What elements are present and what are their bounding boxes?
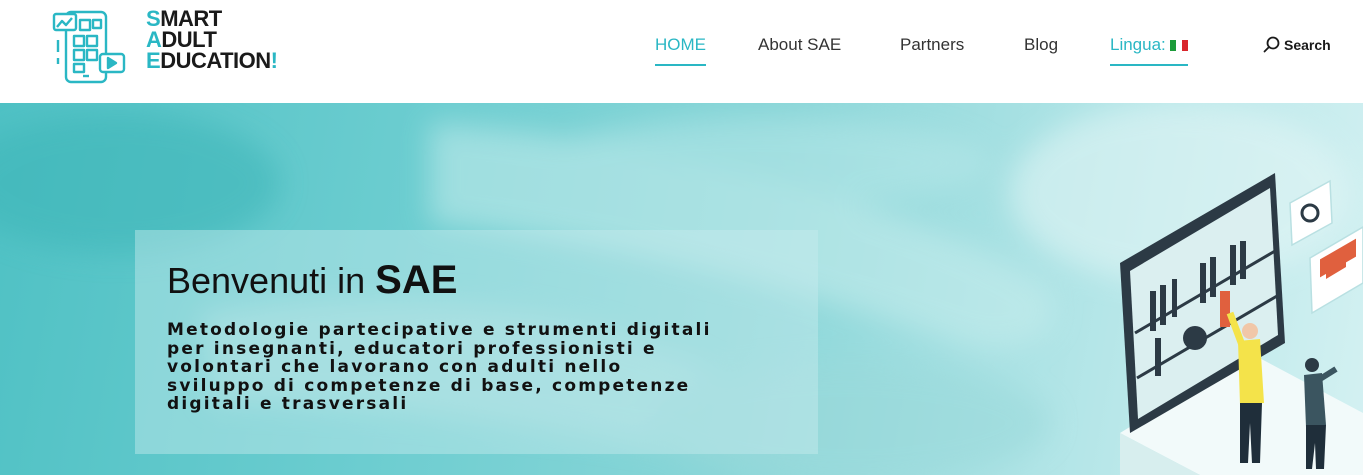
nav-item-home[interactable]: HOME [655,34,706,66]
nav-item-about[interactable]: About SAE [758,34,841,66]
hero-subtitle-line: digitali e trasversali [167,394,409,414]
hero-subtitle-line: Metodologie partecipative e strumenti di… [167,320,712,340]
search-button[interactable]: Search [1263,34,1331,56]
hero-banner: Benvenuti in SAE Metodologie partecipati… [0,103,1363,475]
digital-library-illustration [1120,173,1363,475]
site-header: SMART ADULT EDUCATION! HOME About SAE Pa… [0,0,1363,103]
search-label: Search [1284,37,1331,53]
nav-item-language[interactable]: Lingua: [1110,34,1188,66]
main-nav: HOME About SAE Partners Blog Lingua: Sea… [0,34,1363,66]
language-label: Lingua: [1110,35,1166,54]
hero-subtitle-line: volontari che lavorano con adulti nello [167,357,623,377]
nav-item-partners[interactable]: Partners [900,34,964,66]
hero-title-bold: SAE [375,258,458,302]
hero-subtitle-line: per insegnanti, educatori professionisti… [167,338,657,359]
hero-subtitle-line: sviluppo di competenze di base, competen… [167,375,691,396]
nav-item-blog[interactable]: Blog [1024,34,1058,66]
italy-flag-icon [1169,40,1188,51]
hero-subtitle: Metodologie partecipative e strumenti di… [167,321,807,414]
hero-title-prefix: Benvenuti in [167,260,366,301]
search-icon [1263,36,1280,53]
logo-line: SMART [146,8,277,30]
hero-title: Benvenuti in SAE [167,258,457,303]
